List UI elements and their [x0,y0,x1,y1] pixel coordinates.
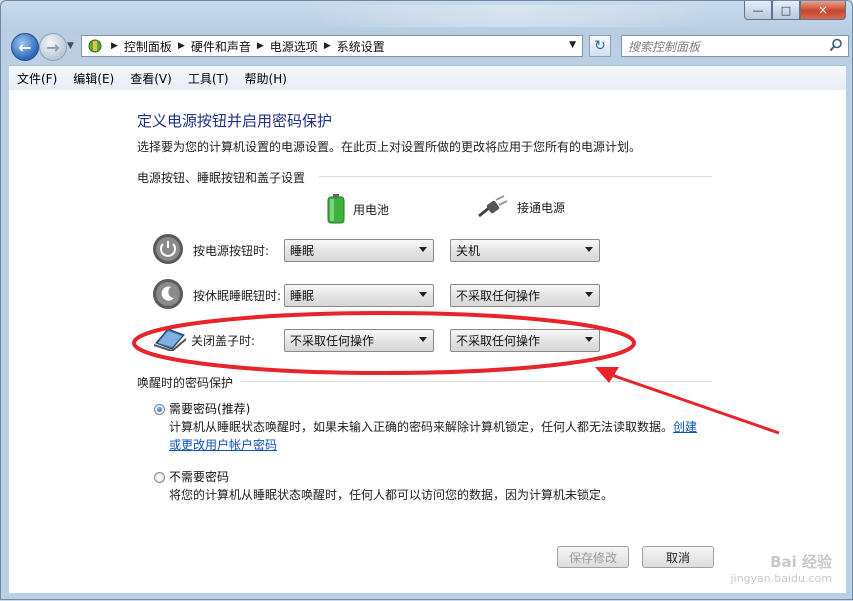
maximize-button[interactable]: □ [772,1,800,20]
chevron-down-icon [585,292,593,297]
cancel-button[interactable]: 取消 [642,546,714,568]
menu-tools[interactable]: 工具(T) [180,70,237,87]
navigation-bar: ← → ▼ ▶ 控制面板 ▶ 硬件和声音 ▶ 电源选项 ▶ 系统设置 ▼ ↻ 搜索控制… [9,31,849,63]
search-input[interactable]: 搜索控制面板 [621,35,849,57]
no-password-label[interactable]: 不需要密码 [169,468,229,485]
menu-bar: 文件(F) 编辑(E) 查看(V) 工具(T) 帮助(H) [9,65,846,90]
chevron-down-icon [419,292,427,297]
power-button-plugged-select[interactable]: 关机 [450,239,600,262]
close-lid-plugged-select[interactable]: 不采取任何操作 [450,329,600,352]
require-password-label[interactable]: 需要密码(推荐) [169,400,250,417]
chevron-down-icon [419,247,427,252]
save-changes-button[interactable]: 保存修改 [557,546,629,568]
power-button-icon [152,233,184,265]
row-label-power-button: 按电源按钮时: [193,244,270,258]
column-plugged-in: 接通电源 [477,194,565,220]
require-password-radio[interactable] [154,404,165,415]
history-dropdown-icon[interactable]: ▼ [67,41,74,51]
require-password-description: 计算机从睡眠状态唤醒时，如果未输入正确的密码来解除计算机锁定，任何人都无法读取数… [169,420,698,452]
control-panel-icon [85,37,105,55]
forward-arrow-icon[interactable]: → [39,33,67,61]
content-pane: 定义电源按钮并启用密码保护 选择要为您的计算机设置的电源设置。在此页上对设置所做… [9,90,846,593]
sleep-button-icon [152,278,184,310]
chevron-down-icon [585,337,593,342]
column-battery: 用电池 [327,194,389,224]
menu-view[interactable]: 查看(V) [122,70,180,87]
menu-help[interactable]: 帮助(H) [237,70,295,87]
menu-edit[interactable]: 编辑(E) [65,70,122,87]
section-buttons-heading: 电源按钮、睡眠按钮和盖子设置 [137,171,306,185]
minimize-button[interactable]: — [744,1,772,20]
breadcrumb-control-panel[interactable]: 控制面板 ▶ [124,38,191,55]
power-button-battery-select[interactable]: 睡眠 [284,239,434,262]
chevron-down-icon [585,247,593,252]
close-button[interactable]: ✕ [800,1,846,20]
no-password-radio[interactable] [154,472,165,483]
divider [319,176,712,177]
address-bar[interactable]: ▶ 控制面板 ▶ 硬件和声音 ▶ 电源选项 ▶ 系统设置 ▼ [81,35,583,57]
refresh-icon[interactable]: ↻ [589,35,611,57]
no-password-description: 将您的计算机从睡眠状态唤醒时，任何人都可以访问您的数据，因为计算机未锁定。 [169,488,614,502]
title-bar [301,5,721,27]
caption-buttons: — □ ✕ [744,1,846,21]
breadcrumb-power-options[interactable]: 电源选项 ▶ [270,38,337,55]
search-icon[interactable] [829,38,843,55]
sleep-button-plugged-select[interactable]: 不采取任何操作 [450,284,600,307]
baidu-watermark: Bai 经验 jingyan.baidu.com [730,553,832,585]
breadcrumb-separator-icon: ▶ [111,41,118,51]
page-title: 定义电源按钮并启用密码保护 [137,112,333,130]
power-plug-icon [478,195,508,218]
breadcrumb-hardware-sound[interactable]: 硬件和声音 ▶ [191,38,270,55]
row-label-close-lid: 关闭盖子时: [191,334,256,348]
row-label-sleep-button: 按休眠睡眠钮时: [193,289,282,303]
breadcrumb-system-settings[interactable]: 系统设置 [337,38,385,55]
address-dropdown-icon[interactable]: ▼ [569,40,576,50]
section-password-heading: 唤醒时的密码保护 [137,376,234,390]
chevron-down-icon [419,337,427,342]
battery-icon [327,194,345,224]
laptop-lid-icon [153,325,187,357]
divider [241,381,712,382]
sleep-button-battery-select[interactable]: 睡眠 [284,284,434,307]
menu-file[interactable]: 文件(F) [9,70,65,87]
window: — □ ✕ ← → ▼ ▶ 控制面板 ▶ 硬件和声音 ▶ 电源选项 ▶ 系统设置 ▼ … [0,0,853,600]
close-lid-battery-select[interactable]: 不采取任何操作 [284,329,434,352]
page-description: 选择要为您的计算机设置的电源设置。在此页上对设置所做的更改将应用于您所有的电源计… [137,140,642,154]
back-arrow-icon[interactable]: ← [11,33,39,61]
